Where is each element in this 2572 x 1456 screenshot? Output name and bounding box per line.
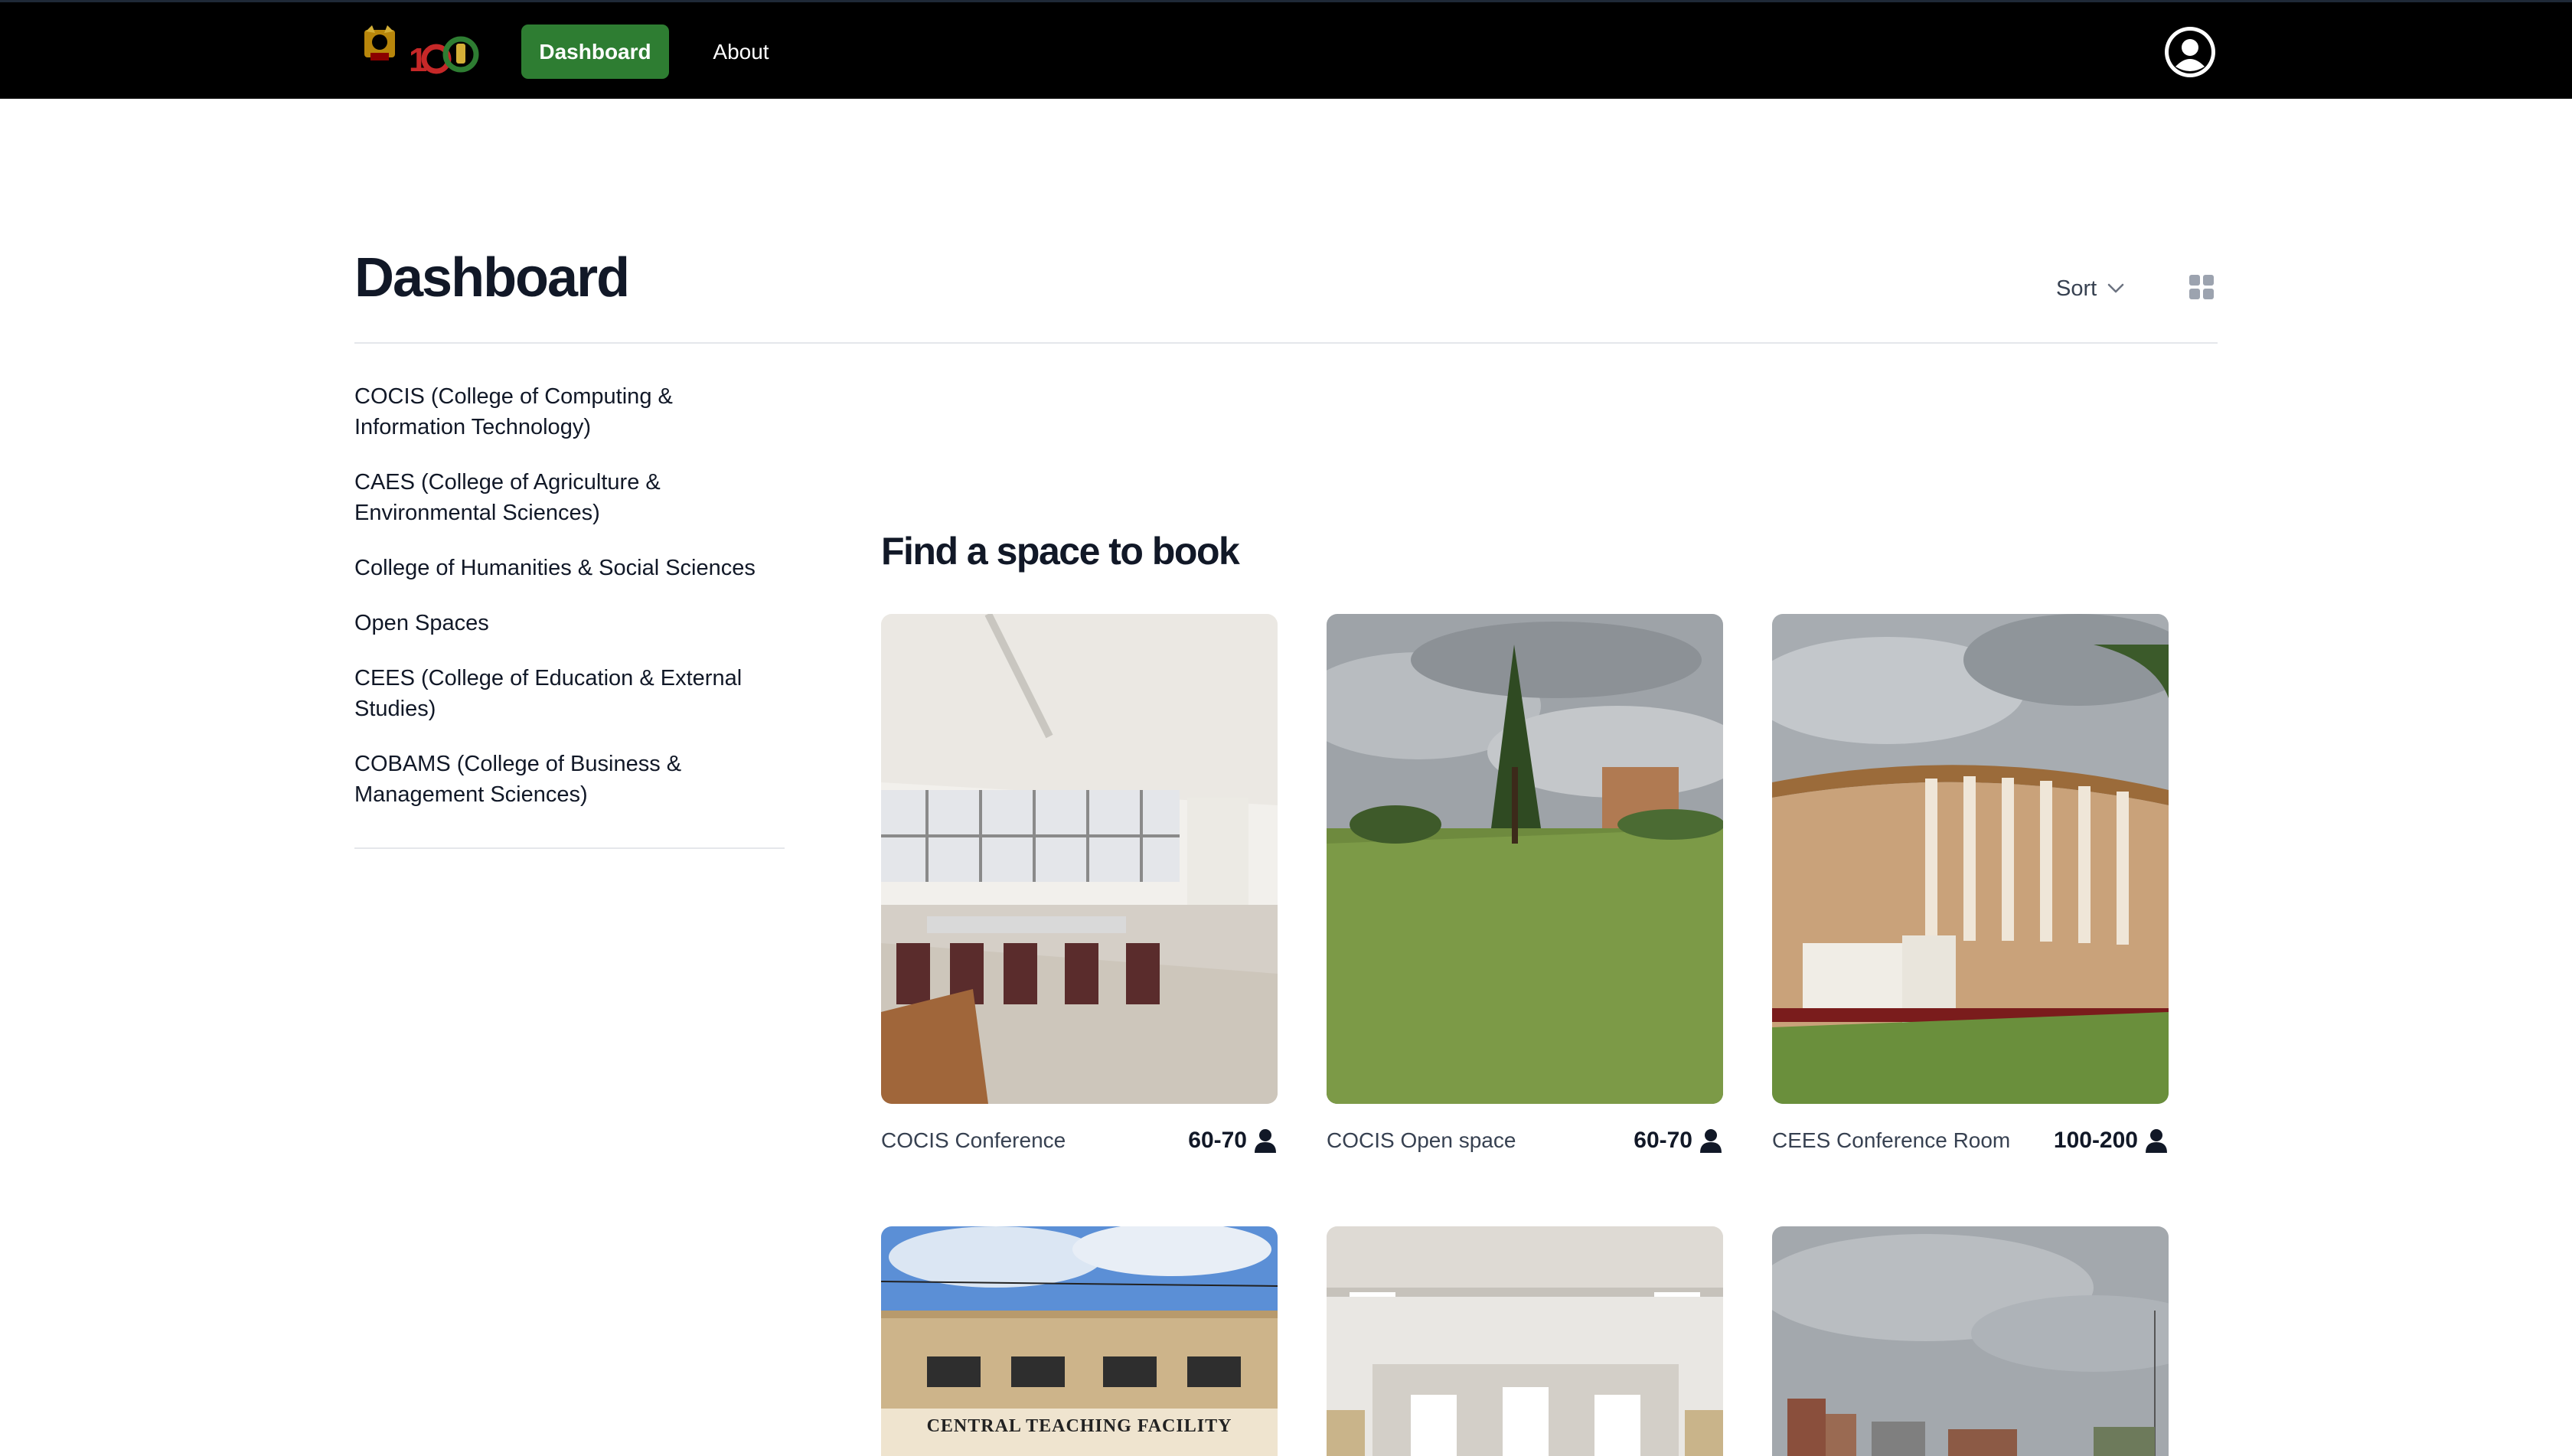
sidebar-item-open-spaces[interactable]: Open Spaces — [354, 608, 785, 638]
space-card[interactable]: COCIS Open space 60-70 — [1327, 614, 1723, 1156]
capacity-value: 60-70 — [1634, 1128, 1692, 1153]
space-name: COCIS Conference — [881, 1128, 1066, 1152]
space-name: COCIS Open space — [1327, 1128, 1516, 1152]
space-card[interactable]: CENTRAL TEACHING FACILITY — [881, 1226, 1278, 1456]
space-capacity: 60-70 — [1634, 1128, 1723, 1154]
space-card[interactable] — [1327, 1226, 1723, 1456]
page-title: Dashboard — [354, 247, 630, 309]
category-sidebar: COCIS (College of Computing & Informatio… — [354, 381, 785, 834]
grid-view-icon — [2189, 275, 2214, 299]
building-sign-text: CENTRAL TEACHING FACILITY — [926, 1416, 1232, 1436]
university-logo[interactable]: 1 — [360, 24, 482, 79]
space-card[interactable]: COCIS Conference 60-70 — [881, 614, 1278, 1156]
top-navbar: 1 Dashboard About — [0, 0, 2572, 99]
open-lawn-photo[interactable] — [1327, 614, 1723, 1104]
sidebar-item-cobams[interactable]: COBAMS (College of Business & Management… — [354, 749, 785, 810]
chevron-down-icon — [2107, 283, 2124, 293]
sidebar-divider — [354, 847, 785, 849]
capacity-value: 100-200 — [2053, 1128, 2138, 1153]
section-title: Find a space to book — [881, 530, 1240, 573]
conference-room-photo[interactable] — [881, 614, 1278, 1104]
user-avatar-button[interactable] — [2163, 25, 2217, 79]
person-icon — [1700, 1129, 1722, 1153]
sort-label: Sort — [2056, 276, 2097, 301]
hall-interior-photo[interactable] — [1327, 1226, 1723, 1456]
space-card[interactable]: CEES Conference Room 100-200 — [1772, 614, 2169, 1156]
header-divider — [354, 342, 2218, 344]
nav-about-link[interactable]: About — [691, 24, 791, 79]
space-card[interactable] — [1772, 1226, 2169, 1456]
capacity-value: 60-70 — [1188, 1128, 1247, 1153]
user-circle-icon — [2165, 27, 2215, 77]
space-capacity: 100-200 — [2054, 1128, 2169, 1154]
sidebar-item-caes[interactable]: CAES (College of Agriculture & Environme… — [354, 467, 785, 528]
curved-building-photo[interactable] — [1772, 614, 2169, 1104]
space-name: CEES Conference Room — [1772, 1128, 2011, 1152]
sort-dropdown-button[interactable]: Sort — [2056, 272, 2124, 305]
grid-view-button[interactable] — [2188, 274, 2215, 300]
space-capacity: 60-70 — [1188, 1128, 1278, 1154]
nav-dashboard-button[interactable]: Dashboard — [521, 24, 669, 79]
central-teaching-facility-photo[interactable]: CENTRAL TEACHING FACILITY — [881, 1226, 1278, 1456]
sidebar-item-cocis[interactable]: COCIS (College of Computing & Informatio… — [354, 381, 785, 442]
person-icon — [1255, 1129, 1276, 1153]
person-icon — [2146, 1129, 2167, 1153]
cloudy-sky-photo[interactable] — [1772, 1226, 2169, 1456]
sidebar-item-chuss[interactable]: College of Humanities & Social Sciences — [354, 553, 785, 583]
sidebar-item-cees[interactable]: CEES (College of Education & External St… — [354, 663, 785, 724]
